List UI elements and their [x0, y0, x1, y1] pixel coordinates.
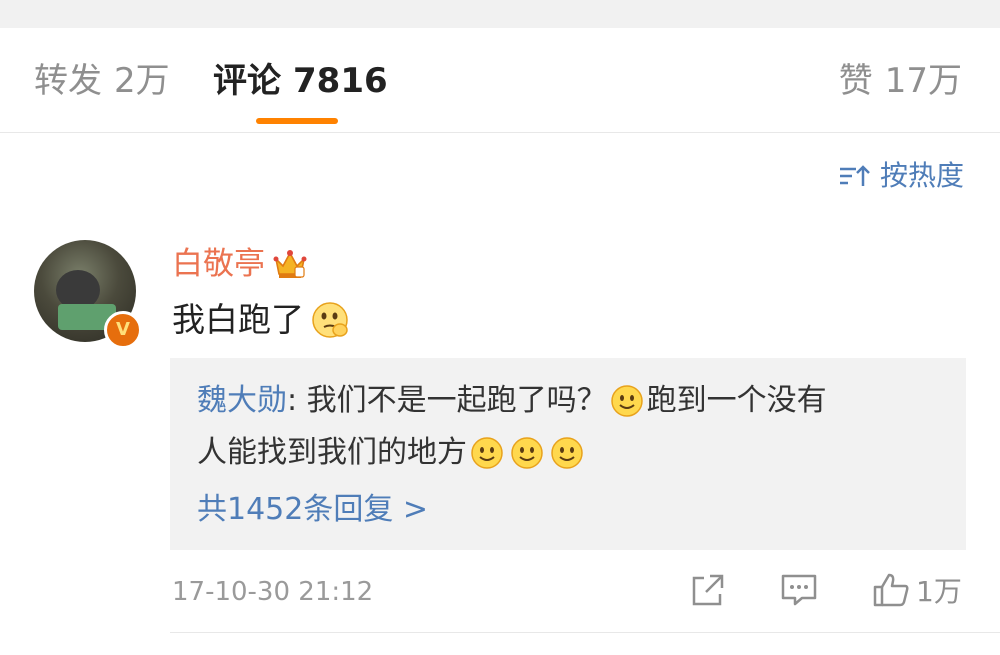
- like-count: 1万: [916, 575, 962, 608]
- tab-likes[interactable]: 赞 17万: [839, 60, 962, 102]
- thinking-emoji-icon: [312, 302, 348, 338]
- smile-emoji-icon: [610, 385, 643, 417]
- smile-emoji-icon: [511, 437, 543, 469]
- divider: [170, 632, 1000, 633]
- username-text: 白敬亭: [172, 246, 265, 282]
- share-icon: [692, 574, 724, 606]
- smile-emoji-icon: [471, 437, 503, 469]
- sort-button[interactable]: 按热度: [838, 158, 964, 194]
- reply-preview[interactable]: 魏大勋 : 我们不是一起跑了吗？ 跑到一个没有 人能找到我们的地方 共1452条…: [170, 358, 966, 550]
- sort-icon: [839, 165, 870, 186]
- reply-text-part1: : 我们不是一起跑了吗？: [287, 383, 607, 418]
- reply-line-2: 人能找到我们的地方: [197, 430, 587, 476]
- comment-text-body: 我白跑了: [172, 300, 304, 339]
- reply-line-1: 魏大勋 : 我们不是一起跑了吗？ 跑到一个没有: [197, 378, 827, 424]
- reply-text-part2: 跑到一个没有: [646, 383, 827, 418]
- reply-author[interactable]: 魏大勋: [197, 378, 287, 424]
- thumbs-up-icon: [873, 573, 909, 607]
- comment-timestamp: 17-10-30 21:12: [172, 577, 374, 607]
- comment-icon: [781, 574, 817, 606]
- reply-button[interactable]: [780, 570, 818, 610]
- top-band: [0, 0, 1000, 28]
- share-button[interactable]: [690, 570, 726, 610]
- tab-likes-label: 赞: [838, 61, 873, 101]
- view-replies-link[interactable]: 共1452条回复 >: [197, 488, 428, 532]
- tab-likes-count: 17万: [884, 61, 962, 101]
- reply-text-part3: 人能找到我们的地方: [197, 435, 467, 470]
- tab-bar: 转发 2万 评论 7816 赞 17万: [0, 28, 1000, 133]
- tab-comments-count: 7816: [293, 61, 388, 101]
- verified-badge-icon: V: [104, 311, 142, 349]
- crown-icon: [273, 250, 307, 278]
- sort-label: 按热度: [879, 159, 964, 192]
- tab-repost-count: 2万: [114, 61, 170, 101]
- active-tab-indicator: [256, 118, 338, 124]
- tab-comments-label: 评论: [213, 61, 281, 101]
- smile-emoji-icon: [551, 437, 583, 469]
- comment-text: 我白跑了: [172, 298, 350, 342]
- like-button[interactable]: 1万: [872, 570, 962, 610]
- tab-comments[interactable]: 评论 7816: [213, 60, 388, 102]
- tab-repost[interactable]: 转发 2万: [34, 60, 170, 102]
- tab-repost-label: 转发: [34, 61, 102, 101]
- comment-username[interactable]: 白敬亭: [172, 244, 307, 284]
